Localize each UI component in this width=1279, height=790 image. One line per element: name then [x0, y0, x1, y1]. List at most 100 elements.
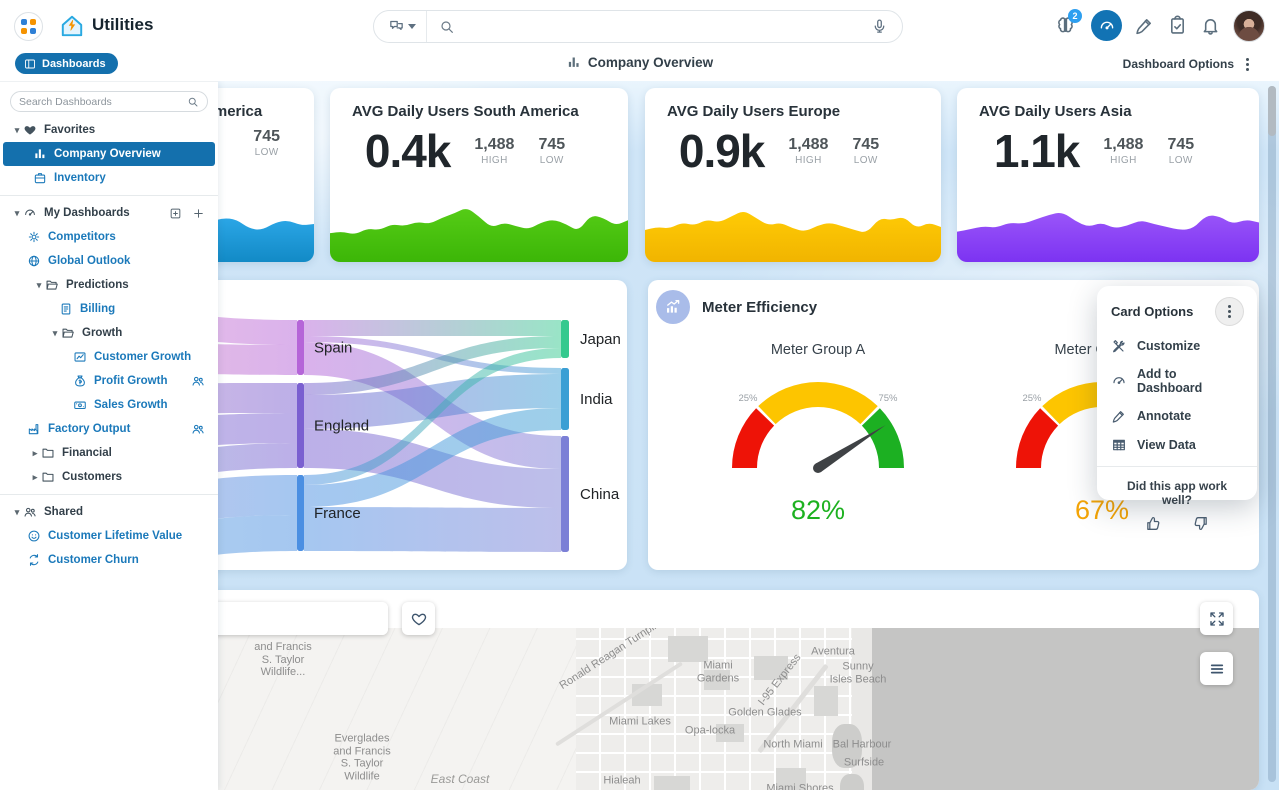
kebab-menu-button[interactable] — [1216, 298, 1243, 325]
feedback-question: Did this app work well? — [1111, 479, 1243, 507]
sidebar-item-sales-growth[interactable]: Sales Growth — [3, 393, 215, 417]
chartimg-icon — [73, 350, 87, 364]
sidebar-item-inventory[interactable]: Inventory — [3, 166, 215, 190]
sankey-node-label: Spain — [314, 340, 352, 357]
thumb-down-icon[interactable] — [1192, 515, 1209, 532]
sidebar-item-label: Competitors — [48, 231, 116, 243]
gear-icon — [27, 230, 41, 244]
app-launcher-button[interactable] — [14, 12, 43, 41]
caret-down-icon: ▾ — [33, 280, 45, 291]
doc-icon — [59, 302, 73, 316]
utilities-house-icon — [59, 13, 85, 39]
banknote-icon — [73, 398, 87, 412]
annotate-pen-icon — [1111, 408, 1127, 424]
notifications-bell-icon[interactable] — [1199, 15, 1221, 37]
sidebar-item-global-outlook[interactable]: Global Outlook — [3, 249, 215, 273]
svg-text:25%: 25% — [738, 393, 758, 404]
sidebar-item-shared[interactable]: ▾ Shared — [3, 500, 215, 524]
sidebar-item-financial[interactable]: ▸ Financial — [3, 441, 215, 465]
divider — [1097, 466, 1257, 467]
add-board-icon[interactable] — [169, 207, 182, 220]
menu-item-customize[interactable]: Customize — [1111, 338, 1243, 354]
sidebar-item-label: Company Overview — [54, 148, 161, 160]
top-bar: Utilities 2 — [0, 0, 1279, 52]
sankey-node-label: England — [314, 418, 369, 435]
shared-people-icon — [191, 422, 215, 436]
scrollbar-thumb[interactable] — [1268, 86, 1276, 136]
sidebar-item-profit-growth[interactable]: Profit Growth — [3, 369, 215, 393]
user-avatar[interactable] — [1233, 10, 1265, 42]
sidebar-item-customer-churn[interactable]: Customer Churn — [3, 548, 215, 572]
menu-item-add-to-dashboard[interactable]: Add to Dashboard — [1111, 367, 1243, 395]
favorite-heart-button[interactable] — [402, 602, 435, 635]
fullscreen-button[interactable] — [1200, 602, 1233, 635]
list-view-button[interactable] — [1200, 652, 1233, 685]
sidebar-item-label: Profit Growth — [94, 375, 167, 387]
add-to-dashboard-gauge-icon — [1111, 373, 1127, 389]
menu-item-annotate[interactable]: Annotate — [1111, 408, 1243, 424]
kpi-card-title: AVG Daily Users Europe — [667, 103, 919, 120]
ai-brain-icon[interactable]: 2 — [1054, 15, 1076, 37]
svg-text:25%: 25% — [1022, 393, 1042, 404]
caret-right-icon: ▸ — [29, 448, 41, 459]
caret-down-icon: ▾ — [11, 507, 23, 518]
kpi-card-avg-daily-users-asia[interactable]: AVG Daily Users Asia1.1k1,488HIGH745LOW — [957, 88, 1259, 262]
map-label-hialeah: Hialeah — [603, 775, 640, 788]
sidebar-item-customer-growth[interactable]: Customer Growth — [3, 345, 215, 369]
sidebar-separator — [0, 195, 218, 196]
factory-icon — [27, 422, 41, 436]
map-label-miami-shores: Miami Shores — [766, 783, 833, 790]
caret-down-icon: ▾ — [11, 125, 23, 136]
search-input[interactable] — [463, 19, 871, 34]
sidebar-item-label: Financial — [62, 447, 112, 459]
folder-icon — [41, 446, 55, 460]
kpi-card-avg-daily-users-south-america[interactable]: AVG Daily Users South America0.4k1,488HI… — [330, 88, 628, 262]
sidebar-item-label: Shared — [44, 506, 83, 518]
svg-text:75%: 75% — [878, 393, 898, 404]
sidebar-search-input[interactable] — [19, 96, 187, 108]
kpi-card-avg-daily-users-europe[interactable]: AVG Daily Users Europe0.9k1,488HIGH745LO… — [645, 88, 941, 262]
notification-badge: 2 — [1068, 9, 1082, 23]
microphone-icon[interactable] — [871, 18, 888, 35]
sidebar-item-company-overview[interactable]: Company Overview — [3, 142, 215, 166]
caret-right-icon: ▸ — [29, 472, 41, 483]
plus-icon[interactable] — [192, 207, 205, 220]
bar-chart-icon — [566, 55, 581, 70]
shared-people-icon — [191, 374, 215, 388]
map-label-golden-glades: Golden Glades — [728, 707, 801, 720]
kebab-menu-icon[interactable] — [1246, 58, 1249, 71]
popup-title: Card Options — [1111, 304, 1193, 319]
sidebar-item-billing[interactable]: Billing — [3, 297, 215, 321]
people-icon — [23, 505, 37, 519]
annotate-pen-icon[interactable] — [1133, 15, 1155, 37]
sidebar-item-competitors[interactable]: Competitors — [3, 225, 215, 249]
sidebar-item-label: Growth — [82, 327, 122, 339]
kpi-low: 745LOW — [1167, 136, 1194, 166]
kpi-high: 1,488HIGH — [788, 136, 828, 166]
thumb-up-icon[interactable] — [1145, 515, 1162, 532]
scrollbar-track[interactable] — [1268, 86, 1276, 782]
search-scope-dropdown[interactable] — [374, 11, 427, 42]
sidebar-item-predictions[interactable]: ▾Predictions — [3, 273, 215, 297]
map-label-north-miami: North Miami — [763, 739, 822, 752]
sidebar-separator — [0, 494, 218, 495]
box-icon — [33, 171, 47, 185]
sidebar-item-my-dashboards[interactable]: ▾My Dashboards — [3, 201, 215, 225]
sub-bar: Dashboards Company Overview Dashboard Op… — [0, 52, 1279, 81]
sidebar-item-factory-output[interactable]: Factory Output — [3, 417, 215, 441]
sidebar-item-customer-lifetime-value[interactable]: Customer Lifetime Value — [3, 524, 215, 548]
dashboard-options-label[interactable]: Dashboard Options — [1123, 57, 1234, 71]
dashboards-button[interactable]: Dashboards — [15, 53, 118, 74]
trend-chart-icon — [656, 290, 690, 324]
map-ocean — [872, 628, 1259, 790]
tasks-clipboard-icon[interactable] — [1166, 15, 1188, 37]
sidebar-item-customers[interactable]: ▸Customers — [3, 465, 215, 489]
sidebar-item-favorites[interactable]: ▾Favorites — [3, 118, 215, 142]
sidebar-item-label: Customer Churn — [48, 554, 139, 566]
sidebar-item-growth[interactable]: ▾Growth — [3, 321, 215, 345]
search-icon — [439, 19, 455, 35]
insights-gauge-icon[interactable] — [1091, 10, 1122, 41]
sidebar-item-label: Global Outlook — [48, 255, 130, 267]
menu-item-view-data[interactable]: View Data — [1111, 437, 1243, 453]
kebab-menu-icon — [1228, 305, 1231, 318]
